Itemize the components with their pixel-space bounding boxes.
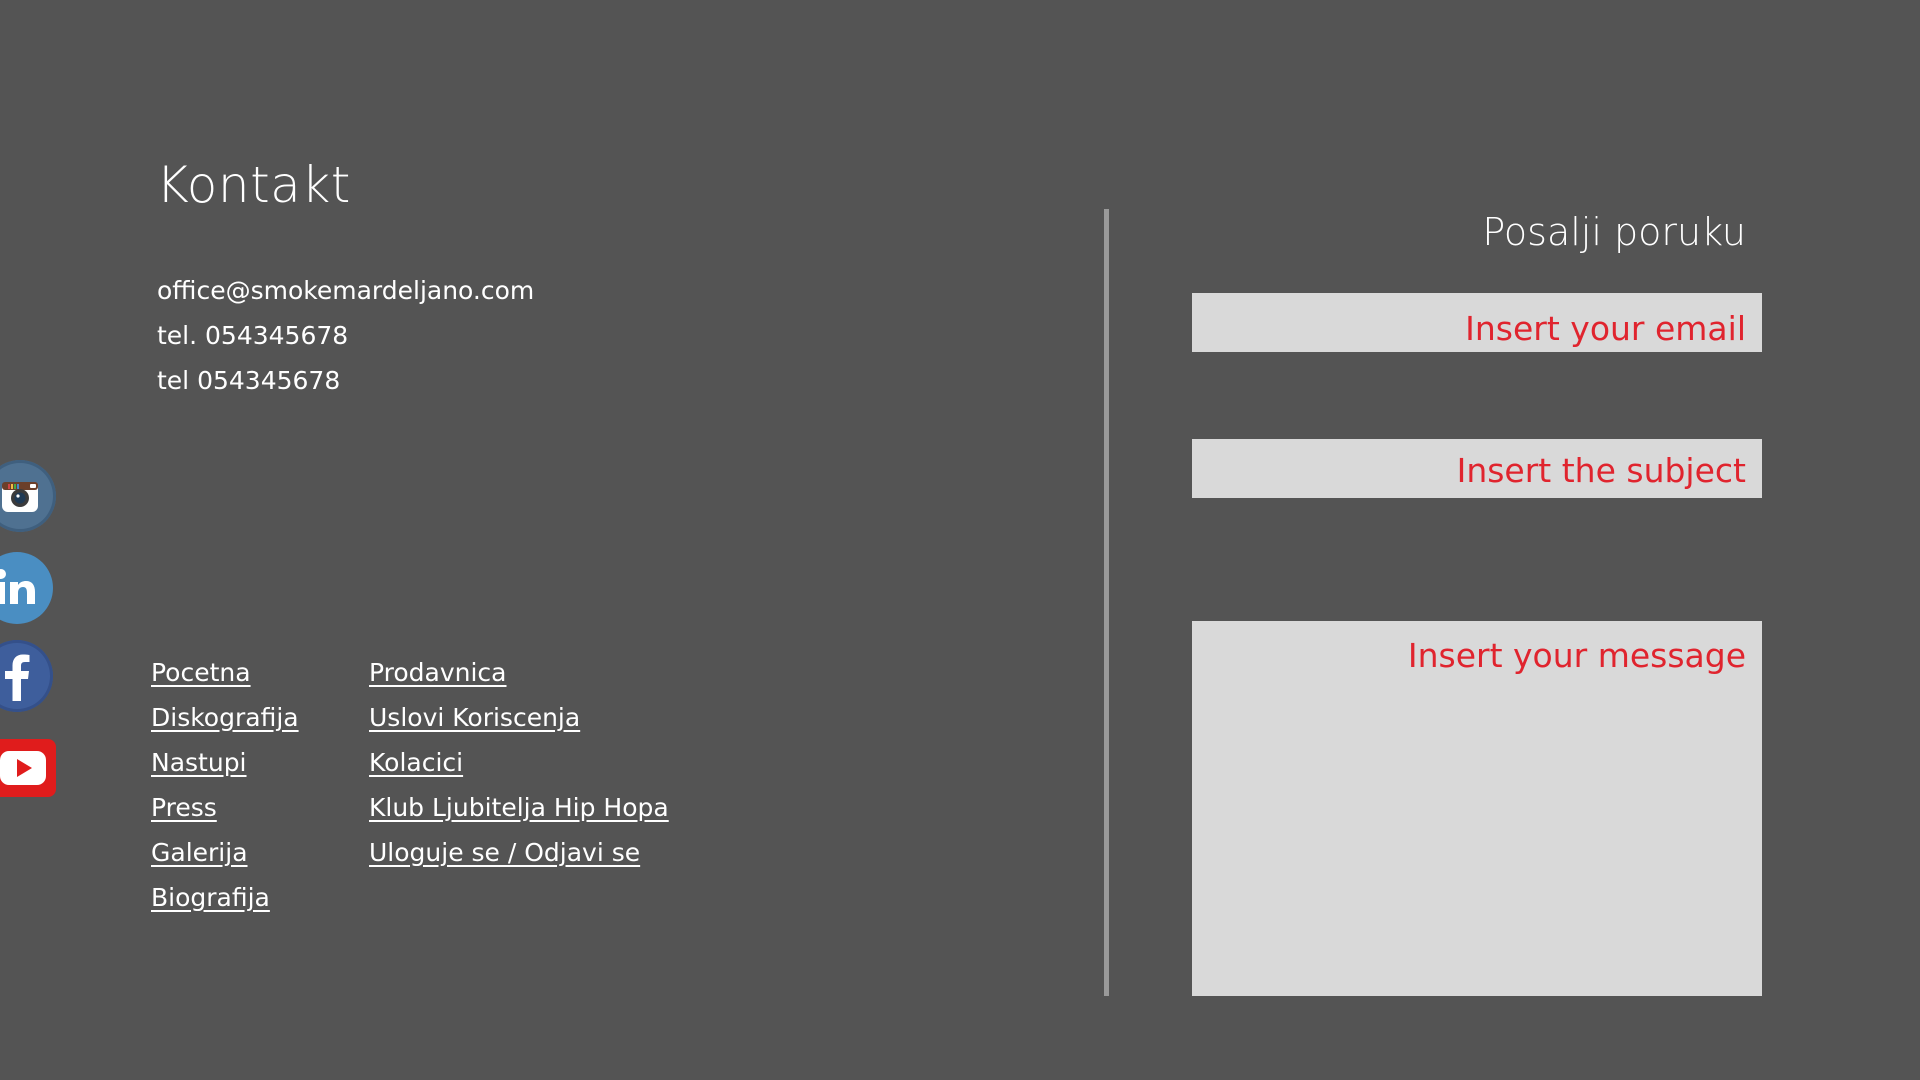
message-field[interactable]: Insert your message [1192,621,1762,996]
subject-field[interactable]: Insert the subject [1192,439,1762,498]
link-login-logout[interactable]: Uloguje se / Odjavi se [369,830,669,875]
link-press[interactable]: Press [151,785,299,830]
link-biografija[interactable]: Biografija [151,875,299,920]
link-galerija[interactable]: Galerija [151,830,299,875]
link-pocetna[interactable]: Pocetna [151,650,299,695]
contact-email: office@smokemardeljano.com [157,276,535,305]
contact-details: office@smokemardeljano.com tel. 05434567… [157,268,534,403]
link-uslovi-koriscenja[interactable]: Uslovi Koriscenja [369,695,669,740]
contact-phone-1: tel. 054345678 [157,321,349,350]
instagram-icon[interactable] [0,460,56,532]
contact-title: Kontakt [156,156,351,214]
link-klub-ljubitelja-hip-hopa[interactable]: Klub Ljubitelja Hip Hopa [369,785,669,830]
linkedin-icon[interactable] [0,552,53,624]
link-diskografija[interactable]: Diskografija [151,695,299,740]
contact-phone-2: tel 054345678 [157,366,341,395]
email-field[interactable]: Insert your email [1192,293,1762,352]
form-title: Posalji poruku [1482,210,1746,254]
link-nastupi[interactable]: Nastupi [151,740,299,785]
footer-links-secondary: Prodavnica Uslovi Koriscenja Kolacici Kl… [369,650,669,875]
facebook-icon[interactable] [0,640,53,712]
youtube-icon[interactable] [0,739,56,797]
footer-links-primary: Pocetna Diskografija Nastupi Press Galer… [151,650,299,920]
link-prodavnica[interactable]: Prodavnica [369,650,669,695]
vertical-divider [1104,209,1109,996]
link-kolacici[interactable]: Kolacici [369,740,669,785]
